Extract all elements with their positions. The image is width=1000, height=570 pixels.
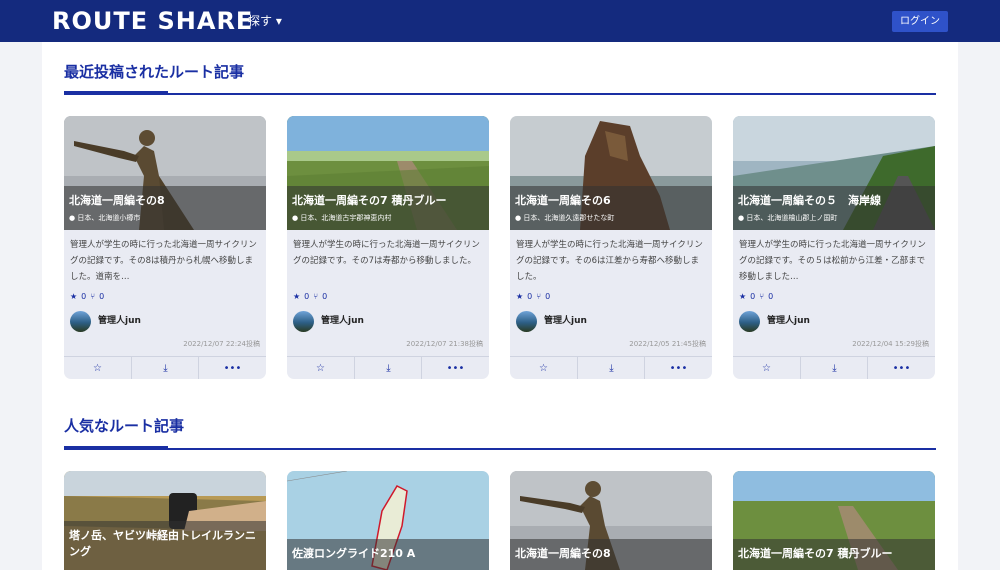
logo[interactable]: ROUTE SHARE [52, 6, 253, 36]
download-button[interactable]: ⤓ [577, 357, 645, 379]
card-title[interactable]: 北海道一周編その8 [69, 193, 263, 209]
map-pin-icon: ● [515, 214, 522, 222]
card-stats: ★ 0 ⑂ 0 [739, 292, 774, 301]
fork-icon: ⑂ [536, 292, 542, 301]
fork-icon: ⑂ [313, 292, 319, 301]
star-icon: ☆ [93, 363, 102, 374]
card-location: ● 日本、北海道古宇郡神恵内村 [292, 214, 392, 222]
card-title[interactable]: 北海道一周編その6 [515, 193, 709, 209]
more-button[interactable]: ••• [198, 357, 266, 379]
more-button[interactable]: ••• [421, 357, 489, 379]
card-stats: ★ 0 ⑂ 0 [70, 292, 105, 301]
favorite-button[interactable]: ☆ [510, 357, 577, 379]
section-title-recent: 最近投稿されたルート記事 [64, 63, 245, 81]
download-icon: ⤓ [609, 363, 614, 374]
card-actions: ☆ ⤓ ••• [733, 356, 935, 379]
favorite-button[interactable]: ☆ [287, 357, 354, 379]
card-stats: ★ 0 ⑂ 0 [293, 292, 328, 301]
posted-date: 2022/12/07 21:38投稿 [406, 340, 483, 348]
card-location: ● 日本、北海道小樽市 [69, 214, 141, 222]
card-title[interactable]: 塔ノ岳、ヤビツ峠経由トレイルランニング [69, 528, 263, 560]
explore-dropdown[interactable]: 探す ▾ [248, 12, 282, 30]
navbar: ROUTE SHARE 探す ▾ ログイン [0, 0, 1000, 42]
map-pin-icon: ● [292, 214, 299, 222]
route-card[interactable]: 北海道一周編その５ 海岸線 ● 日本、北海道檜山郡上ノ国町 管理人が学生の時に行… [733, 116, 935, 379]
section-divider [64, 91, 936, 95]
download-button[interactable]: ⤓ [800, 357, 868, 379]
author-name: 管理人jun [544, 316, 587, 326]
star-icon: ★ [70, 292, 78, 301]
login-button[interactable]: ログイン [892, 11, 948, 32]
map-pin-icon: ● [738, 214, 745, 222]
download-button[interactable]: ⤓ [354, 357, 422, 379]
more-button[interactable]: ••• [644, 357, 712, 379]
card-actions: ☆ ⤓ ••• [510, 356, 712, 379]
section-title-popular: 人気なルート記事 [64, 417, 185, 435]
avatar [70, 311, 91, 332]
star-icon: ★ [739, 292, 747, 301]
route-card[interactable]: 北海道一周編その7 積丹ブルー ● 日本、北海道古宇郡神恵内村 管理人が学生の時… [287, 116, 489, 379]
download-icon: ⤓ [386, 363, 391, 374]
avatar [739, 311, 760, 332]
more-icon: ••• [223, 363, 242, 374]
card-actions: ☆ ⤓ ••• [64, 356, 266, 379]
posted-date: 2022/12/05 21:45投稿 [629, 340, 706, 348]
route-card[interactable]: 北海道一周編その8 [510, 471, 712, 570]
posted-date: 2022/12/07 22:24投稿 [183, 340, 260, 348]
card-actions: ☆ ⤓ ••• [287, 356, 489, 379]
card-description: 管理人が学生の時に行った北海道一周サイクリングの記録です。その５は松前から江差・… [739, 240, 926, 282]
fork-icon: ⑂ [90, 292, 96, 301]
card-title[interactable]: 北海道一周編その５ 海岸線 [738, 193, 932, 209]
card-title[interactable]: 北海道一周編その7 積丹ブルー [292, 193, 486, 209]
posted-date: 2022/12/04 15:29投稿 [852, 340, 929, 348]
section-divider [64, 446, 936, 450]
card-location: ● 日本、北海道檜山郡上ノ国町 [738, 214, 838, 222]
star-icon: ☆ [762, 363, 771, 374]
download-icon: ⤓ [832, 363, 837, 374]
author-name: 管理人jun [767, 316, 810, 326]
card-stats: ★ 0 ⑂ 0 [516, 292, 551, 301]
route-card[interactable]: 佐渡ロングライド210 A [287, 471, 489, 570]
author-name: 管理人jun [321, 316, 364, 326]
more-icon: ••• [669, 363, 688, 374]
fork-icon: ⑂ [759, 292, 765, 301]
favorite-button[interactable]: ☆ [733, 357, 800, 379]
route-card[interactable]: 北海道一周編その8 ● 日本、北海道小樽市 管理人が学生の時に行った北海道一周サ… [64, 116, 266, 379]
route-card[interactable]: 塔ノ岳、ヤビツ峠経由トレイルランニング [64, 471, 266, 570]
more-icon: ••• [892, 363, 911, 374]
avatar [293, 311, 314, 332]
card-location: ● 日本、北海道久遠郡せたな町 [515, 214, 615, 222]
card-title[interactable]: 佐渡ロングライド210 A [292, 546, 486, 562]
route-card[interactable]: 北海道一周編その6 ● 日本、北海道久遠郡せたな町 管理人が学生の時に行った北海… [510, 116, 712, 379]
route-card[interactable]: 北海道一周編その7 積丹ブルー [733, 471, 935, 570]
more-icon: ••• [446, 363, 465, 374]
favorite-button[interactable]: ☆ [64, 357, 131, 379]
star-icon: ★ [293, 292, 301, 301]
download-icon: ⤓ [163, 363, 168, 374]
card-description: 管理人が学生の時に行った北海道一周サイクリングの記録です。その7は寿都から移動し… [293, 240, 480, 266]
card-title[interactable]: 北海道一周編その7 積丹ブルー [738, 546, 932, 562]
more-button[interactable]: ••• [867, 357, 935, 379]
card-description: 管理人が学生の時に行った北海道一周サイクリングの記録です。その8は積丹から札幌へ… [70, 240, 257, 282]
download-button[interactable]: ⤓ [131, 357, 199, 379]
star-icon: ☆ [539, 363, 548, 374]
card-title[interactable]: 北海道一周編その8 [515, 546, 709, 562]
main-content: 最近投稿されたルート記事 北海道一周編その8 ● 日本、北海道小樽市 管理人が学… [42, 42, 958, 570]
star-icon: ☆ [316, 363, 325, 374]
map-pin-icon: ● [69, 214, 76, 222]
avatar [516, 311, 537, 332]
star-icon: ★ [516, 292, 524, 301]
author-name: 管理人jun [98, 316, 141, 326]
card-description: 管理人が学生の時に行った北海道一周サイクリングの記録です。その6は江差から寿都へ… [516, 240, 703, 282]
